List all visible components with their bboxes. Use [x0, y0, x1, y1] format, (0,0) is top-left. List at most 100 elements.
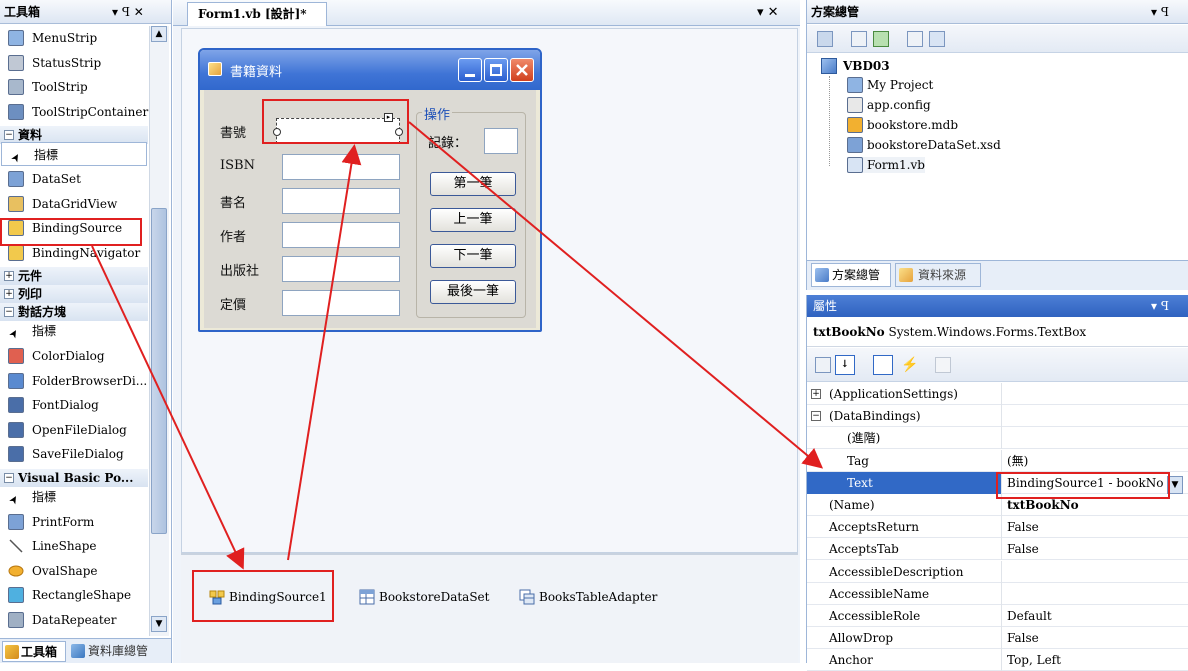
toolbox-item[interactable]: FontDialog: [0, 393, 148, 417]
property-row[interactable]: AccessibleDescription: [807, 560, 1188, 583]
toolbox-pane-controls[interactable]: ▾ ꟼ ✕: [112, 0, 144, 24]
property-row[interactable]: AcceptsTab False: [807, 538, 1188, 561]
scroll-down-icon[interactable]: ▼: [151, 616, 167, 632]
tray-bookstableadapter[interactable]: BooksTableAdapter: [517, 587, 657, 607]
toolbox-item[interactable]: PrintForm: [0, 510, 148, 534]
solution-explorer-toolbar: [807, 25, 1188, 53]
property-pages-icon[interactable]: [935, 357, 951, 373]
first-record-button[interactable]: 第一筆: [430, 172, 516, 196]
toolbox-item[interactable]: ToolStripContainer: [0, 100, 148, 124]
expand-icon[interactable]: +: [4, 289, 14, 300]
tab-db-explorer[interactable]: 資料庫總管: [68, 641, 168, 662]
next-record-button[interactable]: 下一筆: [430, 244, 516, 268]
toolbox-item[interactable]: LineShape: [0, 534, 148, 558]
document-tab-controls[interactable]: ▾ ✕: [757, 5, 779, 20]
view-designer-icon[interactable]: [929, 31, 945, 47]
file-icon: [847, 137, 863, 153]
project-icon: [821, 58, 837, 74]
close-icon[interactable]: [510, 58, 534, 82]
toolbox-item[interactable]: StatusStrip: [0, 51, 148, 75]
previous-record-button[interactable]: 上一筆: [430, 208, 516, 232]
show-all-files-icon[interactable]: [851, 31, 867, 47]
property-row[interactable]: (進階): [807, 427, 1188, 450]
property-value[interactable]: False: [1005, 516, 1039, 538]
tree-file-node[interactable]: bookstoreDataSet.xsd: [847, 137, 1001, 153]
toolbox-item[interactable]: ➤ 指標: [1, 142, 147, 167]
view-code-icon[interactable]: [907, 31, 923, 47]
toolbox-item[interactable]: OvalShape: [0, 559, 148, 583]
scroll-up-icon[interactable]: ▲: [151, 26, 167, 42]
maximize-icon[interactable]: [484, 58, 508, 82]
toolbox-category[interactable]: + 列印: [0, 285, 148, 304]
toolbox-category[interactable]: + 元件: [0, 267, 148, 286]
properties-controls[interactable]: ▾ ꟼ: [1151, 295, 1169, 317]
menustrip-icon: [8, 30, 24, 46]
property-value[interactable]: Top, Left: [1005, 649, 1061, 671]
solution-explorer-controls[interactable]: ▾ ꟼ: [1151, 0, 1169, 24]
property-row[interactable]: AccessibleName: [807, 582, 1188, 605]
collapse-icon[interactable]: −: [4, 130, 14, 141]
toolbox-item-label: LineShape: [32, 539, 97, 554]
tree-file-node[interactable]: Form1.vb: [847, 157, 925, 173]
toolbox-category-label: 元件: [18, 269, 43, 284]
property-row[interactable]: Anchor Top, Left: [807, 649, 1188, 671]
property-row[interactable]: AcceptsReturn False: [807, 516, 1188, 539]
property-row[interactable]: AllowDrop False: [807, 627, 1188, 650]
minimize-icon[interactable]: [458, 58, 482, 82]
tab-toolbox[interactable]: 工具箱: [2, 641, 66, 662]
txtTitle-field[interactable]: [282, 188, 400, 214]
txtPublisher-field[interactable]: [282, 256, 400, 282]
txtAuthor-field[interactable]: [282, 222, 400, 248]
toolbox-item[interactable]: DataGridView: [0, 192, 148, 216]
events-icon[interactable]: ⚡: [901, 357, 918, 373]
tab-data-sources[interactable]: 資料來源: [895, 263, 981, 287]
tree-file-node[interactable]: app.config: [847, 97, 931, 113]
form-titlebar[interactable]: 書籍資料: [200, 50, 540, 90]
property-value[interactable]: Default: [1005, 605, 1052, 627]
toolbox-item[interactable]: RectangleShape: [0, 583, 148, 607]
toolbox-item[interactable]: OpenFileDialog: [0, 418, 148, 442]
tab-solution-explorer[interactable]: 方案總管: [811, 263, 891, 287]
expand-icon[interactable]: +: [4, 271, 14, 282]
toolbox-item[interactable]: ➤ 指標: [0, 319, 148, 343]
collapse-icon[interactable]: −: [4, 473, 14, 483]
tree-project-node[interactable]: VBD03: [821, 58, 890, 74]
form-window[interactable]: 書籍資料 書號 ISBN 書名 作者 出版社 定價 ▸ 操作 記錄： 第一筆 上…: [198, 48, 542, 332]
property-value[interactable]: (無): [1005, 450, 1028, 472]
property-value[interactable]: False: [1005, 627, 1039, 649]
toolbox-item[interactable]: DataSet: [0, 167, 148, 191]
toolbox-item[interactable]: MenuStrip: [0, 26, 148, 50]
property-row[interactable]: − (DataBindings): [807, 405, 1188, 428]
properties-view-icon[interactable]: [873, 355, 893, 375]
toolbox-item[interactable]: ➤ 指標: [0, 485, 148, 509]
txtPrice-field[interactable]: [282, 290, 400, 316]
property-row[interactable]: AccessibleRole Default: [807, 605, 1188, 627]
tree-file-node[interactable]: bookstore.mdb: [847, 117, 958, 133]
toolbox-item[interactable]: ColorDialog: [0, 344, 148, 368]
column-divider: [1001, 560, 1002, 583]
last-record-button[interactable]: 最後一筆: [430, 280, 516, 304]
expand-icon[interactable]: +: [811, 389, 821, 399]
categorized-icon[interactable]: [815, 357, 831, 373]
txtISBN-field[interactable]: [282, 154, 400, 180]
tray-bookstoredataset[interactable]: BookstoreDataSet: [357, 587, 489, 607]
property-row[interactable]: + (ApplicationSettings): [807, 383, 1188, 405]
tree-file-node[interactable]: My Project: [847, 77, 933, 93]
alphabetical-icon[interactable]: ↓: [835, 355, 855, 375]
tab-form1-design[interactable]: Form1.vb [設計]*: [187, 2, 327, 26]
toolbox-item[interactable]: ToolStrip: [0, 75, 148, 99]
toolbox-item-label: ToolStripContainer: [32, 104, 149, 119]
property-name: Tag: [847, 453, 869, 468]
refresh-icon[interactable]: [873, 31, 889, 47]
toolbox-item[interactable]: DataRepeater: [0, 608, 148, 632]
properties-icon[interactable]: [817, 31, 833, 47]
collapse-icon[interactable]: −: [811, 411, 821, 422]
property-value[interactable]: False: [1005, 538, 1039, 560]
property-row[interactable]: Tag (無): [807, 449, 1188, 472]
toolbox-item[interactable]: SaveFileDialog: [0, 442, 148, 466]
collapse-icon[interactable]: −: [4, 307, 14, 318]
record-field[interactable]: [484, 128, 518, 154]
toolbox-item[interactable]: FolderBrowserDi...: [0, 369, 148, 393]
object-selector[interactable]: txtBookNo System.Windows.Forms.TextBox: [807, 317, 1188, 347]
toolbox-scroll-thumb[interactable]: [151, 208, 167, 534]
